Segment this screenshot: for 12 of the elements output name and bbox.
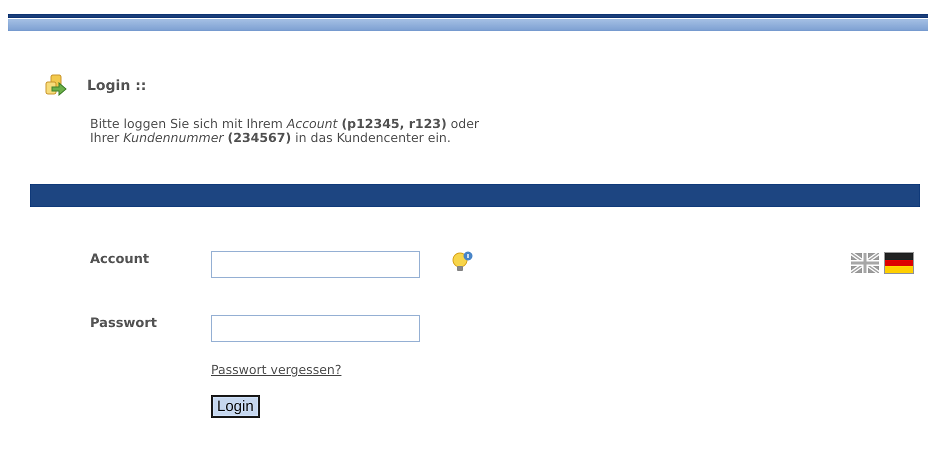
- page-heading: Login ::: [87, 78, 146, 94]
- key-arrow-icon: [43, 73, 69, 99]
- field-label: Account: [90, 251, 150, 267]
- intro-text: Bitte loggen Sie sich mit Ihrem Account (p12345, r123) oder Ihrer Kundennummer (234567) in das Kundencenter ein.: [90, 117, 480, 145]
- field-label: Passwort: [90, 315, 158, 331]
- input-field[interactable]: [211, 315, 420, 342]
- german-flag-icon[interactable]: [885, 253, 913, 273]
- login-button[interactable]: Login: [211, 395, 260, 418]
- lightbulb-info-icon[interactable]: [451, 251, 473, 273]
- input-field[interactable]: [211, 251, 420, 278]
- uk-flag-icon[interactable]: [851, 253, 879, 273]
- forgot-password-link[interactable]: Passwort vergessen?: [211, 362, 473, 377]
